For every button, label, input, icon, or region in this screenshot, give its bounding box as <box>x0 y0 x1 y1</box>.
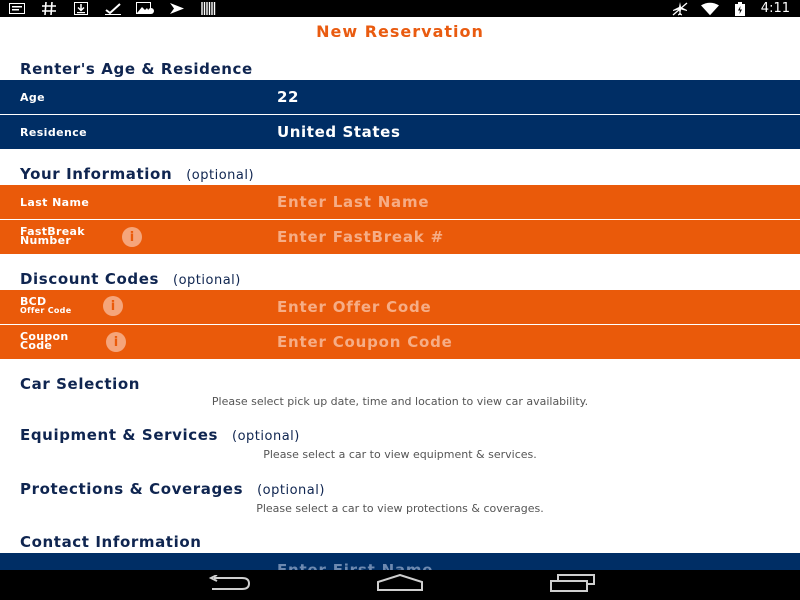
home-button[interactable] <box>372 573 428 596</box>
contact-information-heading: Contact Information <box>20 533 202 551</box>
equipment-heading: Equipment & Services (optional) <box>20 426 300 444</box>
optional-tag: (optional) <box>186 168 255 183</box>
car-selection-heading-text: Car Selection <box>20 375 141 393</box>
page-title: New Reservation <box>316 22 484 41</box>
car-selection-hint: Please select pick up date, time and loc… <box>211 395 589 408</box>
offer-code-row[interactable]: BCD Offer Code i <box>0 290 800 324</box>
bcd-info-icon[interactable]: i <box>103 296 123 316</box>
optional-tag: (optional) <box>232 429 300 444</box>
recents-icon <box>548 574 596 596</box>
bcd-label: BCD Offer Code <box>20 295 72 315</box>
download-icon <box>72 2 90 15</box>
play-store-icon <box>168 3 186 15</box>
status-bar: 4:11 <box>0 0 800 17</box>
airplane-mode-icon <box>671 1 689 15</box>
optional-tag: (optional) <box>257 483 325 498</box>
car-selection-heading: Car Selection <box>20 375 140 393</box>
navigation-bar <box>0 570 800 600</box>
protections-heading: Protections & Coverages (optional) <box>20 480 325 498</box>
fastbreak-info-icon[interactable]: i <box>122 227 142 247</box>
protections-hint: Please select a car to view protections … <box>256 502 544 515</box>
discount-codes-heading-text: Discount Codes <box>20 270 160 288</box>
protections-heading-text: Protections & Coverages <box>20 480 244 498</box>
first-name-row[interactable]: First <box>0 553 800 570</box>
your-information-heading: Your Information (optional) <box>20 165 254 183</box>
fastbreak-row[interactable]: FastBreak Number i <box>0 220 800 254</box>
coupon-code-row[interactable]: Coupon Code i <box>0 325 800 359</box>
check-icon <box>104 2 122 15</box>
status-bar-notifications <box>8 0 218 17</box>
your-information-heading-text: Your Information <box>20 165 173 183</box>
coupon-code-input[interactable] <box>277 325 777 359</box>
status-clock: 4:11 <box>760 1 790 16</box>
equipment-heading-text: Equipment & Services <box>20 426 219 444</box>
hash-icon <box>40 2 58 15</box>
residence-value[interactable]: United States <box>277 115 400 149</box>
coupon-label: Coupon Code <box>20 331 69 351</box>
contact-heading-text: Contact Information <box>20 533 202 551</box>
barcode-icon <box>200 2 218 15</box>
back-button[interactable] <box>201 574 257 596</box>
discount-codes-heading: Discount Codes (optional) <box>20 270 241 288</box>
battery-icon <box>731 1 749 16</box>
renter-heading-text: Renter's Age & Residence <box>20 60 253 78</box>
residence-label: Residence <box>20 125 87 139</box>
last-name-input[interactable] <box>277 185 777 219</box>
bcd-label-line2: Offer Code <box>20 306 72 315</box>
equipment-hint: Please select a car to view equipment & … <box>263 448 537 461</box>
status-bar-system: 4:11 <box>671 0 790 17</box>
fastbreak-label: FastBreak Number <box>20 226 85 246</box>
bcd-label-line1: BCD <box>20 295 47 308</box>
age-value[interactable]: 22 <box>277 80 299 114</box>
last-name-label: Last Name <box>20 195 90 209</box>
optional-tag: (optional) <box>173 273 241 288</box>
first-name-input[interactable] <box>277 553 777 570</box>
first-name-label: First <box>20 559 51 571</box>
image-icon <box>136 2 154 15</box>
home-icon <box>375 573 425 596</box>
age-row[interactable]: Age 22 <box>0 80 800 114</box>
message-icon <box>8 3 26 15</box>
back-icon <box>206 574 252 595</box>
fastbreak-input[interactable] <box>277 220 777 254</box>
wifi-icon <box>700 2 719 15</box>
last-name-row[interactable]: Last Name <box>0 185 800 219</box>
recents-button[interactable] <box>544 574 600 596</box>
offer-code-input[interactable] <box>277 290 777 324</box>
residence-row[interactable]: Residence United States <box>0 115 800 149</box>
age-label: Age <box>20 90 46 104</box>
coupon-info-icon[interactable]: i <box>106 332 126 352</box>
reservation-screen: New Reservation Renter's Age & Residence… <box>0 17 800 570</box>
renter-section-heading: Renter's Age & Residence <box>20 60 253 78</box>
